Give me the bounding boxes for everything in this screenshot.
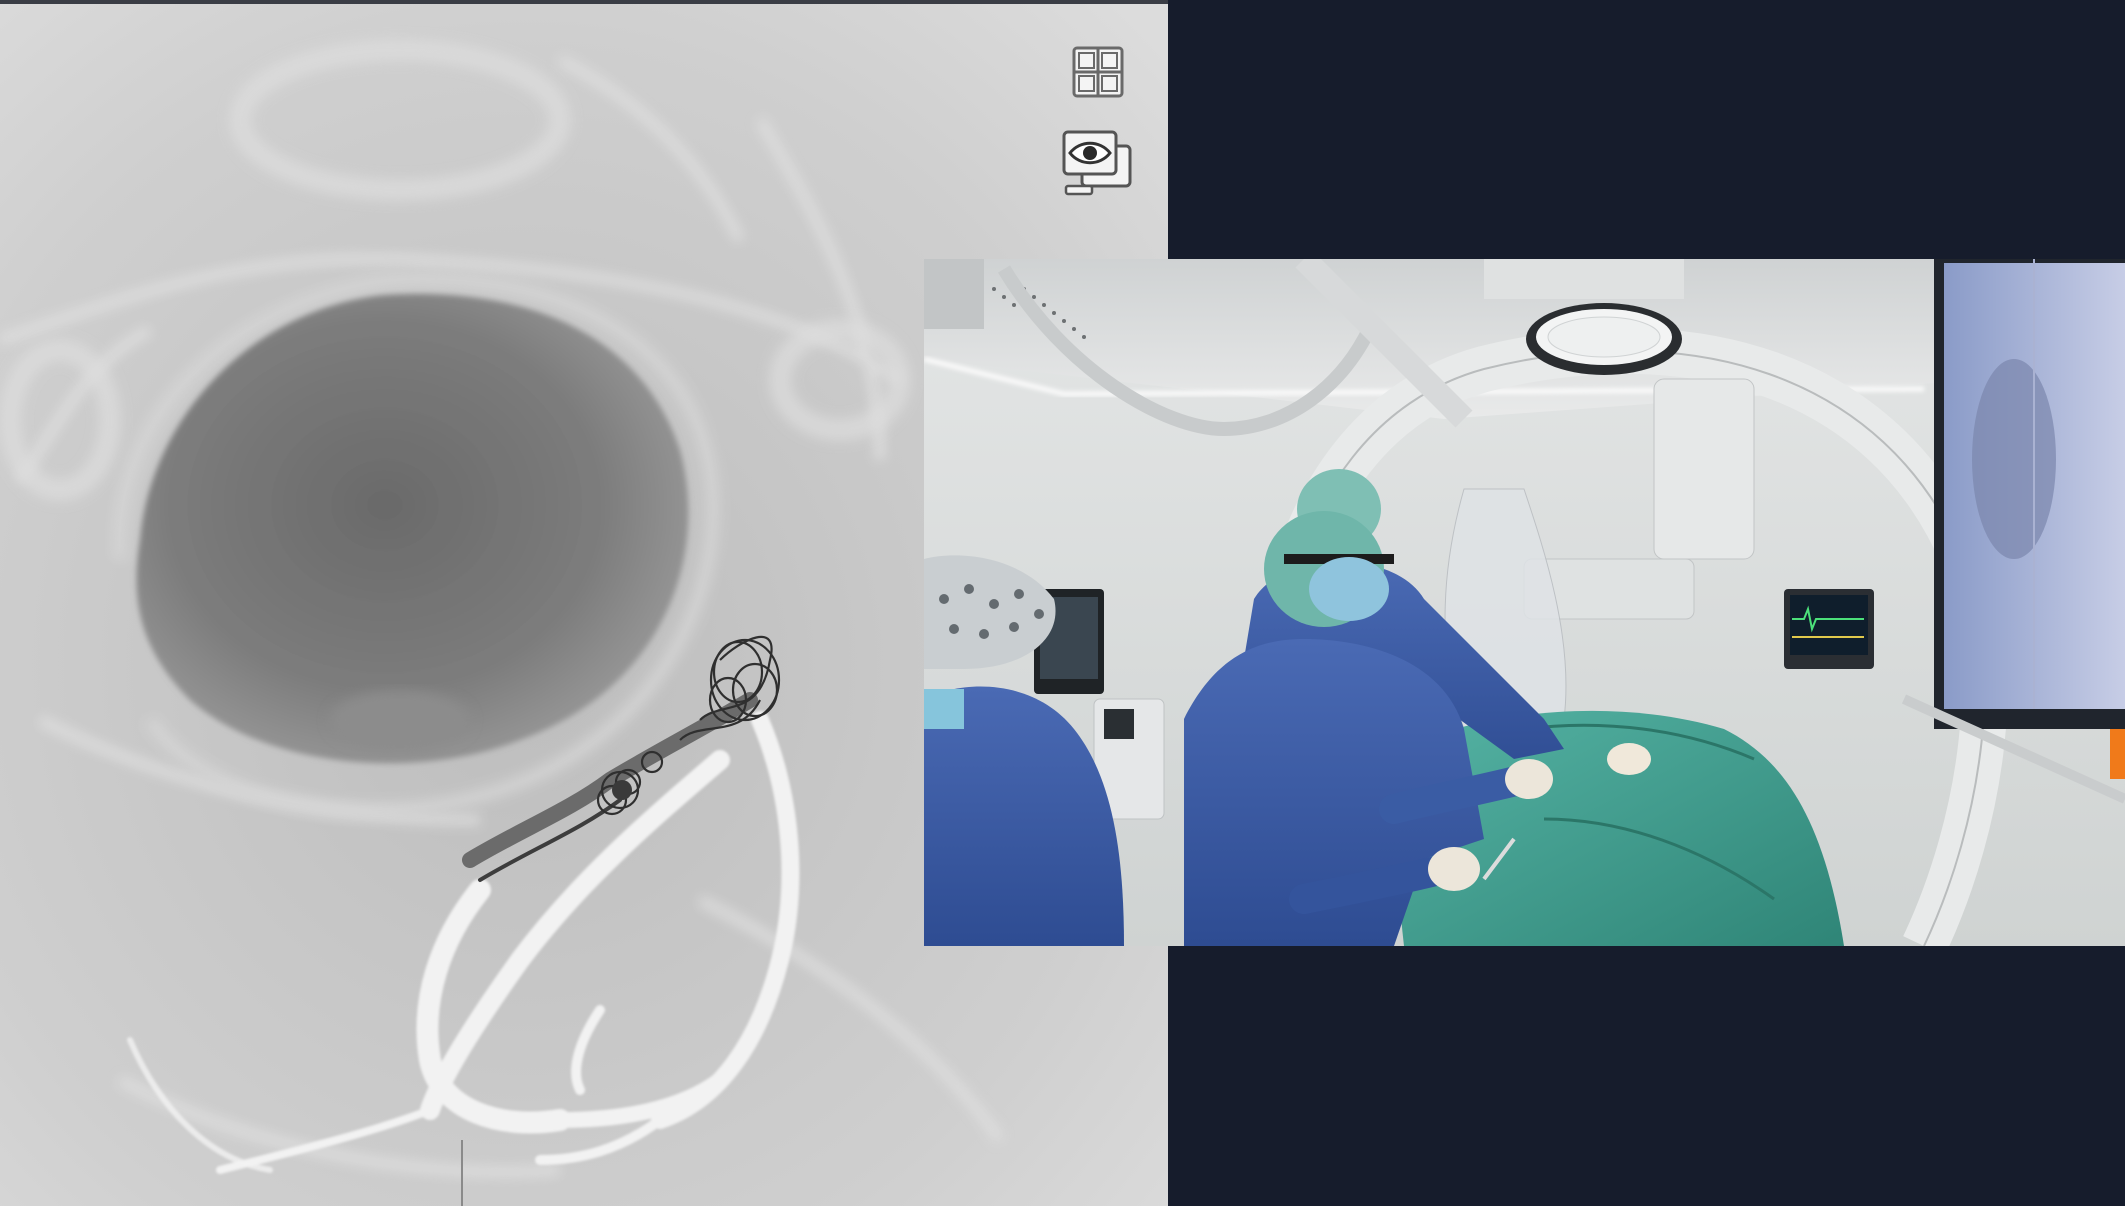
top-border — [0, 0, 1168, 4]
visibility-toggle-button[interactable] — [1060, 128, 1134, 202]
grid-2x2-icon — [1072, 46, 1124, 98]
layout-grid-button[interactable] — [1072, 46, 1124, 98]
eye-monitor-icon — [1060, 128, 1134, 202]
procedure-camera-image — [924, 259, 2125, 946]
screen — [0, 0, 2125, 1206]
operating-room-video — [924, 259, 2125, 946]
